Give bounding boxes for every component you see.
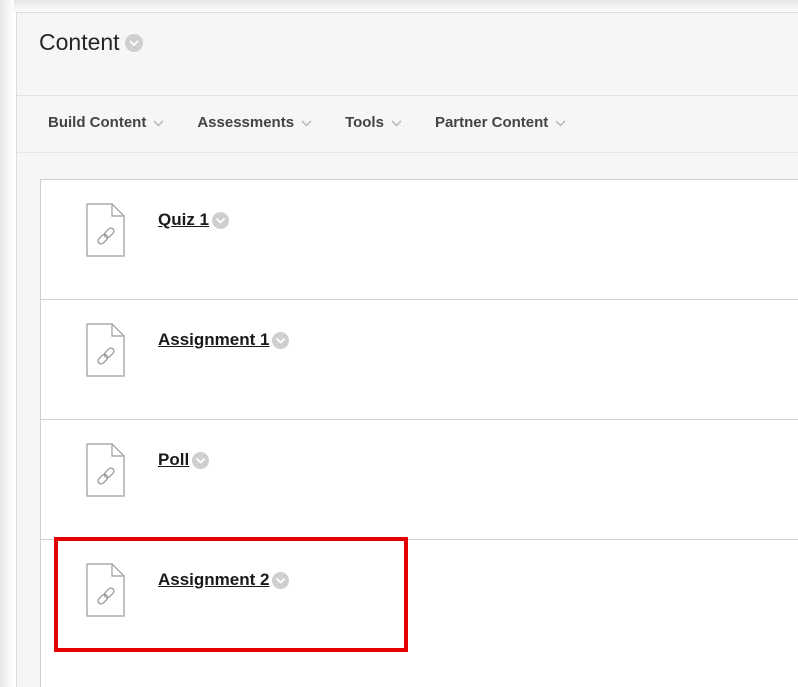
item-link-assignment-1[interactable]: Assignment 1 [158,330,269,350]
content-item: Assignment 1 [41,300,798,420]
item-context-menu-icon[interactable] [272,331,290,349]
action-bar: Build Content Assessments Tools Partner … [48,114,599,131]
chevron-down-icon [391,114,402,131]
item-link-quiz-1[interactable]: Quiz 1 [158,210,209,230]
window: Content Build Content Assessments Tools [0,0,798,687]
left-shadow [0,0,14,687]
divider [17,95,798,96]
item-link-assignment-2[interactable]: Assignment 2 [158,570,269,590]
item-link-poll[interactable]: Poll [158,450,189,470]
item-title-row: Quiz 1 [158,210,230,230]
link-file-icon [85,323,125,377]
link-file-icon [85,443,125,497]
page-context-menu-icon[interactable] [124,33,143,52]
page-title: Content [39,29,120,55]
menu-label: Partner Content [434,114,549,131]
item-title-row: Poll [158,450,210,470]
link-file-icon [85,203,125,257]
partner-content-menu[interactable]: Partner Content [435,114,566,131]
item-title-row: Assignment 2 [158,570,290,590]
divider [17,152,798,153]
content-item: Quiz 1 [41,180,798,300]
content-item: Assignment 2 [41,540,798,659]
chevron-down-icon [555,114,566,131]
tools-menu[interactable]: Tools [345,114,402,131]
chevron-down-icon [153,114,164,131]
chevron-down-icon [301,114,312,131]
link-file-icon [85,563,125,617]
content-item: Poll [41,420,798,540]
menu-label: Tools [345,114,384,131]
item-context-menu-icon[interactable] [212,211,230,229]
menu-label: Build Content [48,114,147,131]
content-list: Quiz 1 Assignment 1 Poll Assignment 2 [40,179,798,687]
build-content-menu[interactable]: Build Content [48,114,164,131]
item-context-menu-icon[interactable] [272,571,290,589]
content-panel: Content Build Content Assessments Tools [16,12,798,687]
menu-label: Assessments [197,114,295,131]
item-context-menu-icon[interactable] [192,451,210,469]
item-title-row: Assignment 1 [158,330,290,350]
page-header: Content [39,29,143,56]
assessments-menu[interactable]: Assessments [197,114,312,131]
